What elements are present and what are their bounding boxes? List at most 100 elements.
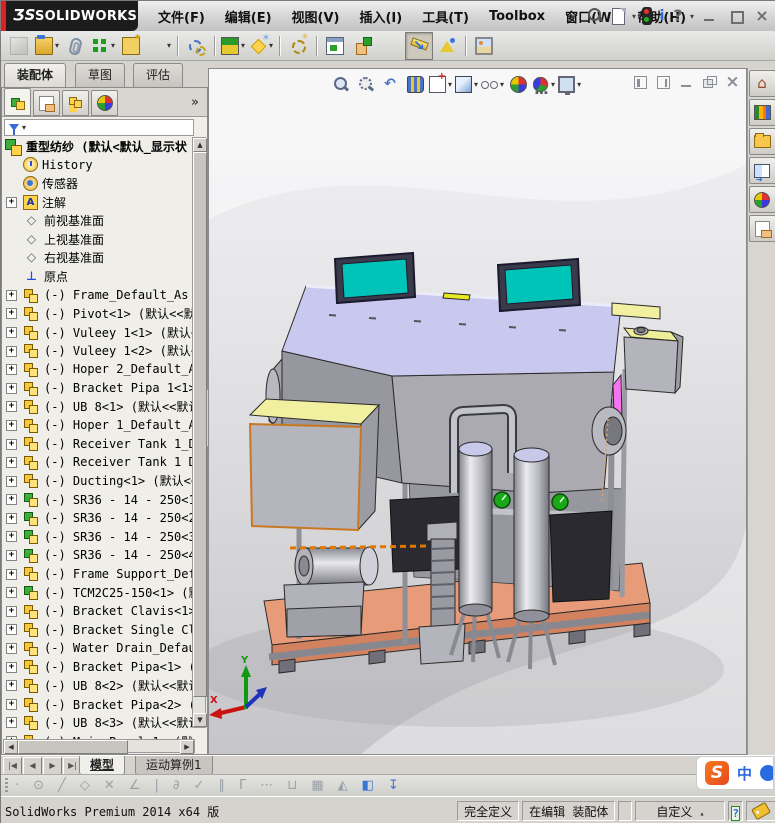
tree-item-component[interactable]: + (-) Hoper 1_Default_As xyxy=(3,416,193,435)
tree-item-annotations[interactable]: + 注解 xyxy=(3,193,193,212)
help-icon[interactable]: ? xyxy=(672,6,684,26)
tree-item-component[interactable]: + (-) SR36 - 14 - 250<2> xyxy=(3,509,193,528)
monitor-1[interactable] xyxy=(335,253,415,303)
help-question-icon[interactable]: ? xyxy=(731,806,740,821)
tree-item-front-plane[interactable]: 前视基准面 xyxy=(3,211,193,230)
smart-fasteners-button[interactable] xyxy=(117,32,145,60)
units-dropdown-icon[interactable]: ▴ xyxy=(700,809,705,818)
model-3d-view[interactable]: X Y xyxy=(209,69,747,755)
status-help-cell[interactable]: ? xyxy=(728,801,743,821)
view-settings-button[interactable]: ▾ xyxy=(558,73,581,95)
sketch-grid-tool[interactable]: ▦ xyxy=(311,775,323,797)
normal-to-tool[interactable]: ↧ xyxy=(388,775,399,797)
display-style-button[interactable]: ▾ xyxy=(455,73,478,95)
expand-icon[interactable]: + xyxy=(6,364,17,375)
scroll-up-icon[interactable]: ▲ xyxy=(193,138,207,152)
tree-item-component[interactable]: + (-) Bracket Pipa<1> (默 xyxy=(3,658,193,677)
sketch-parallel-tool[interactable]: ∥ xyxy=(218,775,225,797)
displaymanager-tab[interactable] xyxy=(91,90,118,116)
tree-item-component[interactable]: + (-) Vuleey 1<2> (默认<< xyxy=(3,342,193,361)
expand-icon[interactable]: + xyxy=(6,587,17,598)
expand-icon[interactable]: + xyxy=(6,680,17,691)
preview-window-button[interactable] xyxy=(321,32,349,60)
expand-icon[interactable]: + xyxy=(6,457,17,468)
sketch-check-tool[interactable]: ✓ xyxy=(194,775,205,797)
expand-icon[interactable]: + xyxy=(6,439,17,450)
sogou-ime-bar[interactable]: S 中 xyxy=(696,756,774,790)
sogou-logo-icon[interactable]: S xyxy=(705,761,729,785)
tree-item-component[interactable]: + (-) Water Drain_Default xyxy=(3,639,193,658)
expand-icon[interactable]: + xyxy=(6,699,17,710)
menu-tools[interactable]: 工具(T) xyxy=(413,3,478,30)
expand-icon[interactable]: + xyxy=(6,290,17,301)
filter-dropdown-icon[interactable]: ▾ xyxy=(22,123,26,132)
tree-item-sensors[interactable]: 传感器 xyxy=(3,174,193,193)
new-document-icon[interactable] xyxy=(611,6,626,26)
component-pattern-button[interactable]: ▾ xyxy=(89,32,117,60)
section-view-button[interactable] xyxy=(404,73,426,95)
smart-component-button[interactable]: ▾ xyxy=(247,32,275,60)
toolbar-separator[interactable] xyxy=(173,32,182,60)
sketch-separator[interactable]: | xyxy=(154,775,158,797)
toolbar-separator[interactable] xyxy=(461,32,470,60)
design-library-button[interactable] xyxy=(749,99,775,126)
tree-item-component[interactable]: + (-) Frame Support_Defau xyxy=(3,565,193,584)
menu-toolbox[interactable]: Toolbox xyxy=(480,5,554,28)
menu-edit[interactable]: 编辑(E) xyxy=(216,3,281,30)
zoom-to-fit-button[interactable] xyxy=(329,73,351,95)
apply-scene-button[interactable]: ▾ xyxy=(532,73,555,95)
tree-item-component[interactable]: + (-) Receiver Tank 1 Def xyxy=(3,453,193,472)
doc-restore-button[interactable] xyxy=(702,75,717,89)
move-rotate-component-button[interactable]: ▾ xyxy=(145,32,173,60)
expand-icon[interactable]: + xyxy=(6,717,17,728)
zoom-to-area-button[interactable] xyxy=(354,73,376,95)
assembly-settings-button[interactable] xyxy=(284,32,312,60)
expand-icon[interactable]: + xyxy=(6,476,17,487)
solidworks-resources-button[interactable]: ⌂ xyxy=(749,70,775,97)
menu-file[interactable]: 文件(F) xyxy=(149,3,214,30)
scrollbar-thumb[interactable] xyxy=(18,740,128,754)
hide-show-items-button[interactable]: ▾ xyxy=(481,73,504,95)
tab-model[interactable]: 模型 xyxy=(79,756,125,775)
pane-right-button[interactable] xyxy=(656,75,671,89)
expand-icon[interactable]: + xyxy=(6,643,17,654)
sketch-angle-tool[interactable]: ∠ xyxy=(129,775,141,797)
move-component-button[interactable] xyxy=(349,32,377,60)
tree-item-component[interactable]: + (-) Pivot<1> (默认<<默认 xyxy=(3,304,193,323)
minimize-button[interactable] xyxy=(700,7,720,25)
tree-item-component[interactable]: + (-) TCM2C25-150<1> (默认 xyxy=(3,583,193,602)
scroll-left-icon[interactable]: ◀ xyxy=(4,740,18,754)
tab-assembly[interactable]: 装配体 xyxy=(4,63,66,88)
graphics-viewport[interactable]: ↶ ▾ ▾ xyxy=(208,68,747,755)
expand-icon[interactable]: + xyxy=(6,346,17,357)
tree-item-component[interactable]: + (-) Bracket Pipa 1<1> ( xyxy=(3,379,193,398)
scroll-right-icon[interactable]: ▶ xyxy=(180,740,194,754)
tree-item-component[interactable]: + (-) SR36 - 14 - 250<1> xyxy=(3,490,193,509)
tree-root-assembly[interactable]: 重型纺纱 (默认<默认_显示状 xyxy=(3,137,193,156)
traffic-light-icon[interactable] xyxy=(642,6,652,26)
first-tab-icon[interactable]: |◀ xyxy=(3,757,22,775)
sketch-trim-tool[interactable]: ✕ xyxy=(104,775,115,797)
sketch-corner-tool[interactable]: Γ xyxy=(239,775,246,797)
sketch-slot-tool[interactable]: ⊔ xyxy=(287,775,297,797)
rotate-component-button[interactable] xyxy=(377,32,405,60)
search-icon[interactable] xyxy=(585,6,605,26)
custom-properties-button[interactable] xyxy=(749,215,775,242)
menu-view[interactable]: 视图(V) xyxy=(283,3,349,30)
restore-button[interactable] xyxy=(726,7,746,25)
tree-horizontal-scrollbar[interactable]: ◀ ▶ xyxy=(3,739,195,753)
expand-icon[interactable]: + xyxy=(6,513,17,524)
prev-tab-icon[interactable]: ◀ xyxy=(23,757,42,775)
new-document-dropdown[interactable]: ▾ xyxy=(632,12,636,21)
tree-filter-bar[interactable]: ▾ xyxy=(4,119,194,136)
sketch-circle-tool[interactable]: ⊙ xyxy=(33,775,44,797)
info-icon[interactable]: i xyxy=(658,6,666,26)
toolbar-separator[interactable] xyxy=(275,32,284,60)
tree-item-component[interactable]: + (-) Receiver Tank 1_Def xyxy=(3,435,193,454)
tree-item-component[interactable]: + (-) Hoper 2_Default_As xyxy=(3,360,193,379)
expand-icon[interactable]: + xyxy=(6,606,17,617)
sketch-line-tool[interactable]: ╱ xyxy=(58,775,66,797)
sketch-point-tool[interactable]: · xyxy=(15,775,19,797)
expand-icon[interactable]: + xyxy=(6,327,17,338)
scrollbar-thumb[interactable] xyxy=(193,152,207,697)
